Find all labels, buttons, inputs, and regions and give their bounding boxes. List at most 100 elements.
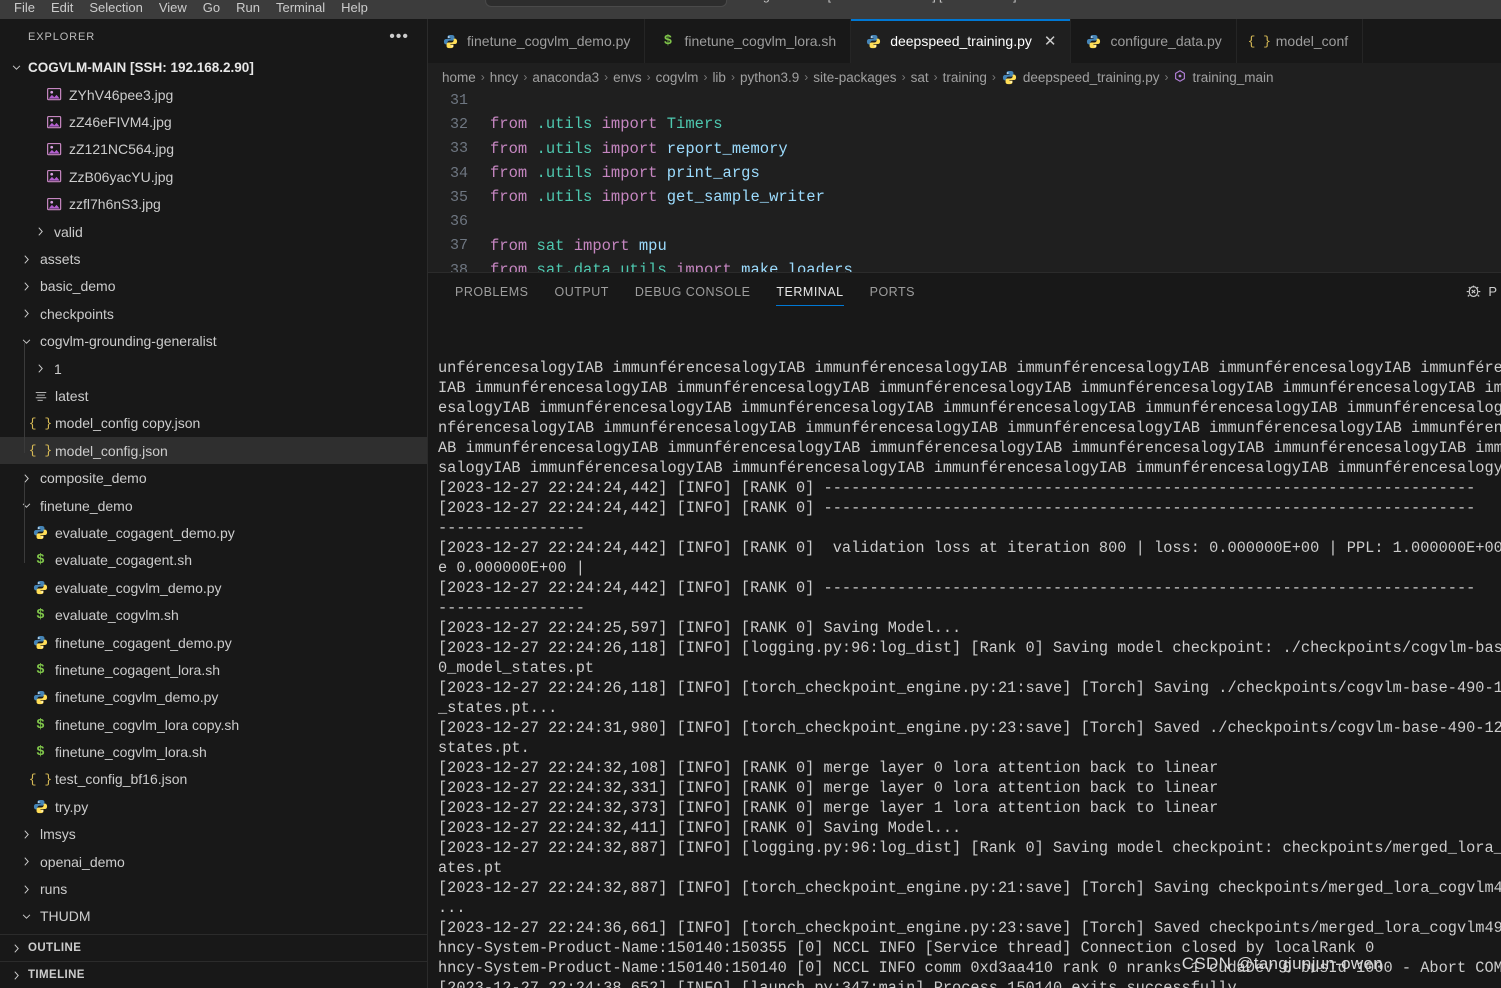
tree-file-row[interactable]: try.py — [0, 793, 427, 820]
more-actions-icon[interactable]: ••• — [389, 28, 409, 44]
code-editor[interactable]: 31 32 from .utils import Timers 33 from .uti… — [428, 91, 1501, 272]
chevron-right-icon[interactable] — [18, 470, 34, 486]
breadcrumb-item[interactable]: lib — [712, 70, 726, 85]
breadcrumb-item[interactable]: cogvlm — [656, 70, 699, 85]
menu-item-terminal[interactable]: Terminal — [268, 1, 333, 14]
tree-file-row[interactable]: $ finetune_cogagent_lora.sh — [0, 656, 427, 683]
tree-file-row[interactable]: { } model_config copy.json — [0, 410, 427, 437]
breadcrumb-item[interactable]: anaconda3 — [532, 70, 599, 85]
debug-bug-icon[interactable] — [1465, 282, 1482, 302]
menu-item-help[interactable]: Help — [333, 1, 376, 14]
tree-file-row[interactable]: { } model_config.json — [0, 437, 427, 465]
tree-folder-row[interactable]: checkpoints — [0, 300, 427, 327]
tree-folder-row[interactable]: openai_demo — [0, 848, 427, 875]
code-line[interactable]: 37 from sat import mpu — [428, 234, 1501, 258]
chevron-right-icon[interactable] — [8, 940, 24, 956]
menu-item-run[interactable]: Run — [228, 1, 268, 14]
sidebar-section-timeline[interactable]: TIMELINE — [0, 961, 427, 988]
workspace-root-row[interactable]: COGVLM-MAIN [SSH: 192.168.2.90] — [0, 54, 427, 81]
chevron-right-icon[interactable] — [18, 854, 34, 870]
tree-file-row[interactable]: ZYhV46pee3.jpg — [0, 81, 427, 108]
search-chip[interactable] — [484, 0, 727, 7]
menu-item-view[interactable]: View — [151, 1, 195, 14]
panel-tab-debug-console[interactable]: DEBUG CONSOLE — [622, 273, 764, 310]
breadcrumb-item[interactable]: sat — [911, 70, 929, 85]
chevron-right-icon[interactable] — [18, 826, 34, 842]
tree-file-row[interactable]: finetune_cogvlm_demo.py — [0, 684, 427, 711]
tree-folder-row[interactable]: cogvlm-grounding-generalist — [0, 328, 427, 355]
editor-tab[interactable]: deepspeed_training.py ✕ — [851, 19, 1072, 63]
code-line[interactable]: 32 from .utils import Timers — [428, 112, 1501, 136]
code-line[interactable]: 31 — [428, 91, 1501, 112]
tree-folder-row[interactable]: valid — [0, 218, 427, 245]
panel-actions[interactable]: P — [1465, 273, 1501, 310]
code-line[interactable]: 36 — [428, 209, 1501, 233]
breadcrumb-item[interactable]: site-packages — [813, 70, 896, 85]
chevron-right-icon[interactable] — [8, 967, 24, 983]
editor-tab[interactable]: configure_data.py — [1071, 19, 1237, 63]
tree-folder-row[interactable]: 1 — [0, 355, 427, 382]
chevron-right-icon[interactable] — [32, 224, 48, 240]
chevron-right-icon[interactable] — [18, 881, 34, 897]
panel-tab-output[interactable]: OUTPUT — [541, 273, 621, 310]
tree-file-row[interactable]: evaluate_cogvlm_demo.py — [0, 574, 427, 601]
breadcrumb-item[interactable]: training_main — [1192, 70, 1273, 85]
panel-tab-problems[interactable]: PROBLEMS — [442, 273, 541, 310]
code-line-content: from .utils import Timers — [490, 115, 723, 133]
panel-tab-bar[interactable]: PROBLEMS OUTPUT DEBUG CONSOLE TERMINAL PORTS… — [428, 273, 1501, 310]
chevron-right-icon[interactable] — [18, 278, 34, 294]
breadcrumb-item[interactable]: hncy — [490, 70, 519, 85]
tree-folder-row[interactable]: THUDM — [0, 903, 427, 930]
tree-folder-row[interactable]: finetune_demo — [0, 492, 427, 519]
panel-tab-ports[interactable]: PORTS — [857, 273, 928, 310]
chevron-right-icon[interactable] — [32, 361, 48, 377]
tree-file-row[interactable]: $ evaluate_cogvlm.sh — [0, 601, 427, 628]
menu-item-file[interactable]: File — [6, 1, 43, 14]
editor-tab[interactable]: finetune_cogvlm_demo.py — [428, 19, 646, 63]
editor-tab[interactable]: { } model_conf — [1236, 19, 1364, 63]
breadcrumb-item[interactable]: python3.9 — [740, 70, 799, 85]
chevron-right-icon[interactable] — [18, 306, 34, 322]
tree-file-row[interactable]: $ finetune_cogvlm_lora.sh — [0, 738, 427, 765]
tree-file-row[interactable]: evaluate_cogagent_demo.py — [0, 519, 427, 546]
tree-file-row[interactable]: zzfl7h6nS3.jpg — [0, 191, 427, 218]
tree-file-row[interactable]: zZ46eFIVM4.jpg — [0, 108, 427, 135]
file-tree[interactable]: ZYhV46pee3.jpg zZ46eFIVM4.jpg zZ121NC564.j… — [0, 81, 427, 934]
close-icon[interactable]: ✕ — [1044, 32, 1057, 50]
tree-file-row[interactable]: finetune_cogagent_demo.py — [0, 629, 427, 656]
menu-bar[interactable]: File Edit Selection View Go Run Terminal Help — [0, 0, 376, 19]
tree-file-row[interactable]: ZzB06yacYU.jpg — [0, 163, 427, 190]
code-line[interactable]: 38 from sat.data_utils import make_loader… — [428, 258, 1501, 272]
code-line[interactable]: 35 from .utils import get_sample_writer — [428, 185, 1501, 209]
menu-item-edit[interactable]: Edit — [43, 1, 81, 14]
tree-file-row[interactable]: $ evaluate_cogagent.sh — [0, 547, 427, 574]
chevron-right-icon[interactable] — [18, 251, 34, 267]
breadcrumb-item[interactable]: envs — [613, 70, 642, 85]
tree-folder-row[interactable]: assets — [0, 245, 427, 272]
code-line[interactable]: 33 from .utils import report_memory — [428, 137, 1501, 161]
breadcrumb-item[interactable]: deepspeed_training.py — [1023, 70, 1160, 85]
editor-tab-bar[interactable]: finetune_cogvlm_demo.py $ finetune_cogvlm_… — [428, 19, 1501, 63]
tree-file-row[interactable]: latest — [0, 382, 427, 409]
editor-tab[interactable]: $ finetune_cogvlm_lora.sh — [645, 19, 852, 63]
chevron-down-icon[interactable] — [18, 908, 34, 924]
chevron-down-icon[interactable] — [18, 498, 34, 514]
menu-item-selection[interactable]: Selection — [81, 1, 150, 14]
panel-tab-terminal[interactable]: TERMINAL — [763, 273, 856, 310]
tree-folder-row[interactable]: runs — [0, 875, 427, 902]
terminal-output[interactable]: unférencesalogyIAB immunférencesalogyIAB… — [428, 310, 1501, 988]
tree-folder-row[interactable]: basic_demo — [0, 273, 427, 300]
breadcrumb[interactable]: home › hncy › anaconda3 › envs › cogvlm › lib › pyth… — [428, 63, 1501, 91]
python-icon — [32, 524, 49, 541]
breadcrumb-item[interactable]: training — [943, 70, 987, 85]
breadcrumb-item[interactable]: home — [442, 70, 476, 85]
sidebar-section-outline[interactable]: OUTLINE — [0, 934, 427, 961]
menu-item-go[interactable]: Go — [195, 1, 228, 14]
tree-folder-row[interactable]: composite_demo — [0, 464, 427, 491]
code-line[interactable]: 34 from .utils import print_args — [428, 161, 1501, 185]
tree-file-row[interactable]: { } test_config_bf16.json — [0, 766, 427, 793]
tree-file-row[interactable]: $ finetune_cogvlm_lora copy.sh — [0, 711, 427, 738]
chevron-down-icon[interactable] — [18, 333, 34, 349]
tree-file-row[interactable]: zZ121NC564.jpg — [0, 136, 427, 163]
tree-folder-row[interactable]: lmsys — [0, 821, 427, 848]
